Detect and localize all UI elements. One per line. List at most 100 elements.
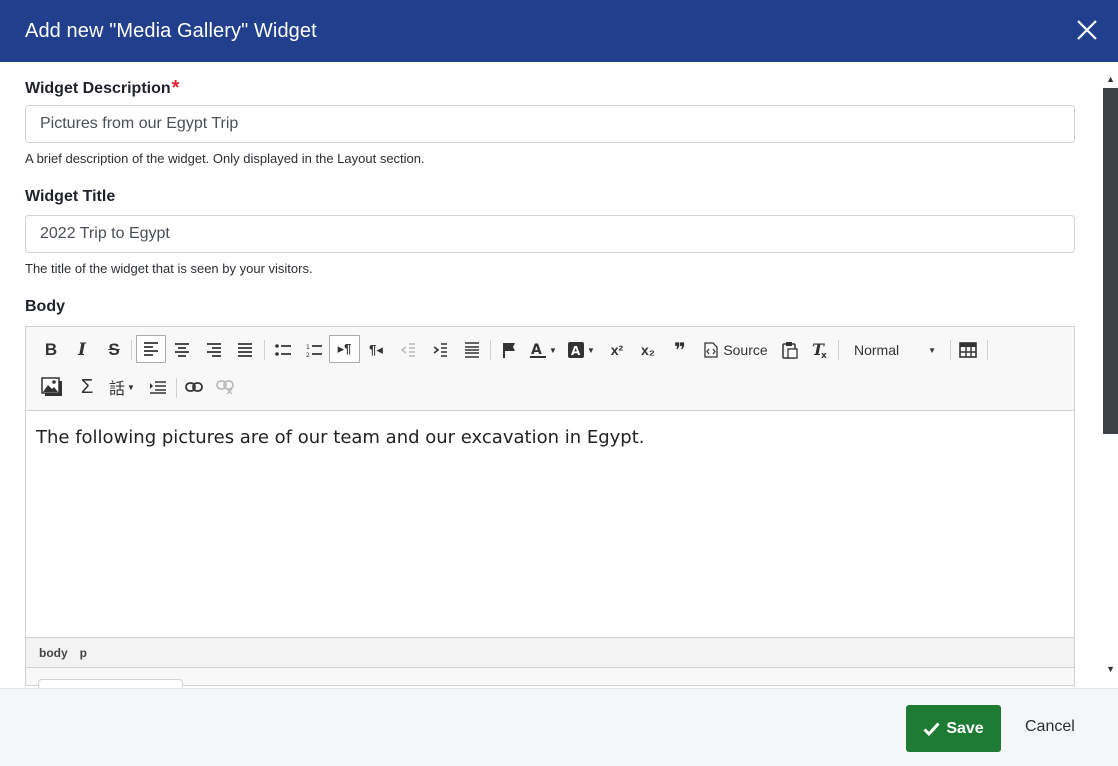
text-color-icon: A xyxy=(530,342,547,358)
svg-text:1: 1 xyxy=(306,344,310,351)
path-item-body[interactable]: body xyxy=(39,646,68,660)
insert-block-button[interactable] xyxy=(147,373,169,401)
body-label: Body xyxy=(25,298,65,315)
language-button[interactable]: 話 ▼ xyxy=(106,373,138,401)
required-marker: * xyxy=(171,77,180,99)
rich-text-editor: B I S 12 ▸¶ ¶◂ A ▼ A ▼ x² x₂ ❞ Source T … xyxy=(25,326,1075,688)
widget-title-help: The title of the widget that is seen by … xyxy=(25,261,313,276)
widget-title-input[interactable]: 2022 Trip to Egypt xyxy=(25,215,1075,253)
indent-icon xyxy=(433,343,447,357)
outdent-button[interactable] xyxy=(397,336,419,364)
outdent-icon xyxy=(400,343,415,357)
widget-title-label: Widget Title xyxy=(25,188,116,205)
table-button[interactable] xyxy=(957,336,979,364)
chevron-down-icon: ▼ xyxy=(928,345,936,355)
editor-content-area[interactable]: The following pictures are of our team a… xyxy=(26,411,1074,637)
chevron-down-icon: ▼ xyxy=(127,382,135,392)
language-icon: 話 xyxy=(109,381,126,398)
editor-paragraph: The following pictures are of our team a… xyxy=(36,427,645,448)
ltr-icon: ▸¶ xyxy=(337,341,352,356)
editor-toolbar: B I S 12 ▸¶ ¶◂ A ▼ A ▼ x² x₂ ❞ Source T … xyxy=(26,327,1074,411)
flag-icon xyxy=(503,343,515,358)
subscript-button[interactable]: x₂ xyxy=(637,336,659,364)
partially-visible-field xyxy=(38,679,183,688)
bulleted-list-button[interactable] xyxy=(272,336,294,364)
scroll-up-arrow-icon[interactable]: ▲ xyxy=(1106,74,1115,84)
remove-format-icon: Tx xyxy=(812,341,827,359)
path-item-p[interactable]: p xyxy=(80,646,87,660)
numbered-list-button[interactable]: 12 xyxy=(303,336,325,364)
table-icon xyxy=(959,342,977,358)
toolbar-separator xyxy=(838,340,839,360)
widget-description-input[interactable]: Pictures from our Egypt Trip xyxy=(25,105,1075,143)
close-icon[interactable] xyxy=(1076,19,1098,41)
format-value: Normal xyxy=(854,342,900,358)
italic-button[interactable]: I xyxy=(71,336,93,364)
toolbar-separator xyxy=(176,378,177,398)
dialog-body: Widget Description* Pictures from our Eg… xyxy=(0,62,1100,688)
toolbar-separator xyxy=(131,340,132,360)
align-center-icon xyxy=(175,343,189,357)
svg-text:x: x xyxy=(821,351,827,359)
dialog-header: Add new "Media Gallery" Widget xyxy=(0,0,1118,62)
svg-text:A: A xyxy=(571,344,581,358)
block-quote-lines-button[interactable] xyxy=(461,336,483,364)
scroll-down-arrow-icon[interactable]: ▼ xyxy=(1106,664,1115,674)
image-gallery-icon xyxy=(41,377,62,396)
checkmark-icon xyxy=(923,721,940,736)
special-character-button[interactable]: Σ xyxy=(76,373,98,401)
paste-icon xyxy=(782,342,798,359)
block-quote-button[interactable]: ❞ xyxy=(669,336,691,364)
chevron-down-icon: ▼ xyxy=(587,345,595,355)
superscript-button[interactable]: x² xyxy=(606,336,628,364)
save-label: Save xyxy=(946,719,984,737)
indent-button[interactable] xyxy=(429,336,451,364)
bulleted-list-icon xyxy=(274,344,291,356)
justify-icon xyxy=(238,343,252,357)
source-label: Source xyxy=(723,342,768,358)
scrollbar-thumb[interactable] xyxy=(1103,88,1118,434)
anchor-button[interactable] xyxy=(498,336,520,364)
format-dropdown[interactable]: Normal ▼ xyxy=(846,336,942,364)
toolbar-separator xyxy=(987,340,988,360)
cancel-button[interactable]: Cancel xyxy=(1025,718,1075,736)
rtl-icon: ¶◂ xyxy=(369,342,383,357)
dialog-title: Add new "Media Gallery" Widget xyxy=(25,19,317,42)
media-gallery-button[interactable] xyxy=(40,373,64,401)
indent-block-icon xyxy=(150,381,166,394)
svg-text:2: 2 xyxy=(306,352,310,358)
link-icon xyxy=(185,382,203,392)
toolbar-separator xyxy=(490,340,491,360)
text-direction-ltr-button[interactable]: ▸¶ xyxy=(329,335,360,363)
toolbar-separator xyxy=(950,340,951,360)
source-button[interactable]: Source xyxy=(701,336,771,364)
widget-description-label: Widget Description* xyxy=(25,77,180,99)
align-left-button[interactable] xyxy=(136,335,166,363)
svg-text:A: A xyxy=(531,342,542,358)
chevron-down-icon: ▼ xyxy=(549,345,557,355)
numbered-list-icon: 12 xyxy=(306,344,322,358)
background-color-icon: A xyxy=(568,342,585,358)
align-right-button[interactable] xyxy=(203,336,225,364)
link-button[interactable] xyxy=(183,373,205,401)
align-center-button[interactable] xyxy=(171,336,193,364)
justify-button[interactable] xyxy=(234,336,256,364)
remove-format-button[interactable]: Tx xyxy=(809,336,831,364)
widget-description-help: A brief description of the widget. Only … xyxy=(25,151,425,166)
element-path-bar: body p xyxy=(26,637,1074,668)
strikethrough-button[interactable]: S xyxy=(103,336,125,364)
dialog-footer: Save Cancel xyxy=(0,688,1118,766)
align-right-icon xyxy=(207,343,221,357)
background-color-button[interactable]: A ▼ xyxy=(565,336,597,364)
save-button[interactable]: Save xyxy=(906,705,1001,752)
text-color-button[interactable]: A ▼ xyxy=(527,336,559,364)
toolbar-separator xyxy=(264,340,265,360)
source-icon xyxy=(704,342,718,358)
horizontal-lines-icon xyxy=(465,342,479,358)
unlink-button[interactable] xyxy=(214,373,236,401)
text-direction-rtl-button[interactable]: ¶◂ xyxy=(365,336,387,364)
paste-from-word-button[interactable] xyxy=(779,336,801,364)
bold-button[interactable]: B xyxy=(40,336,62,364)
align-left-icon xyxy=(144,342,158,356)
unlink-icon xyxy=(216,380,234,394)
